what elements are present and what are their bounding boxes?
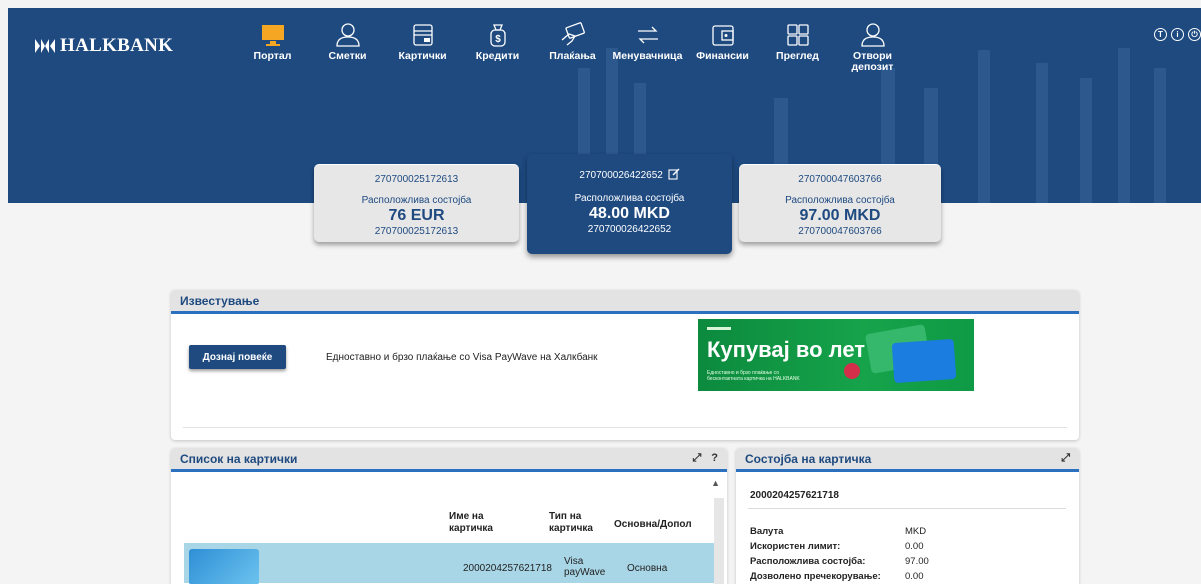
status-value: 0.00 xyxy=(905,541,924,552)
status-label: Расположлива состојба: xyxy=(750,556,866,567)
column-header-type[interactable]: Тип на картичка xyxy=(549,511,604,535)
card-status-header: Состојба на картичка ⤢ xyxy=(736,448,1079,472)
svg-text:$: $ xyxy=(495,34,501,45)
card-name: 2000204257621718 xyxy=(463,563,552,574)
help-icon[interactable]: ? xyxy=(711,452,718,465)
column-header-name[interactable]: Име на картичка xyxy=(449,511,514,535)
hand-card-icon xyxy=(561,22,585,46)
nav-item-loans[interactable]: $ Кредити xyxy=(460,22,535,73)
nav-item-portal[interactable]: Портал xyxy=(235,22,310,73)
status-value: 97.00 xyxy=(905,556,929,567)
main-nav: Портал Сметки Картички $ Кредити Плаќања… xyxy=(235,22,910,73)
account-card[interactable]: 270700025172613 Расположлива состојба 76… xyxy=(314,164,519,242)
notice-panel: Известување Дознај повеќе Едноставно и б… xyxy=(171,290,1079,440)
scroll-up-icon[interactable]: ▲ xyxy=(711,478,720,488)
account-balance: 76 EUR xyxy=(388,207,445,224)
expand-icon[interactable]: ⤢ xyxy=(692,452,701,465)
account-card[interactable]: 270700047603766 Расположлива состојба 97… xyxy=(739,164,941,242)
expand-icon[interactable]: ⤢ xyxy=(1061,452,1070,465)
nav-label: Кредити xyxy=(475,50,520,62)
nav-label: Менувачница xyxy=(612,50,683,62)
account-number-row: 270700026422652 xyxy=(527,168,732,181)
nav-item-payments[interactable]: Плаќања xyxy=(535,22,610,73)
card-status-panel: Состојба на картичка ⤢ 2000204257621718 … xyxy=(736,448,1079,584)
table-row[interactable]: 2000204257621718 Visa payWave Основна xyxy=(184,543,714,584)
banner-card-image xyxy=(891,338,957,384)
promo-banner[interactable]: Купувај во лет Едноставно и брзо плаќање… xyxy=(698,319,974,391)
banner-subtitle: бесконтактната картичка на HALKBANK xyxy=(707,376,800,382)
nav-label: Плаќања xyxy=(549,50,596,62)
column-header-main[interactable]: Основна/Допол xyxy=(614,519,714,531)
nav-label: Картички xyxy=(398,50,447,62)
nav-item-open-deposit[interactable]: Отвори депозит xyxy=(835,22,910,73)
nav-label: Финансии xyxy=(696,50,749,62)
available-label: Расположлива состојба xyxy=(361,195,472,206)
panel-title: Список на картички xyxy=(180,451,298,466)
status-label: Дозволено пречекорување: xyxy=(750,571,881,582)
scrollbar[interactable] xyxy=(714,498,724,584)
halkbank-logo-icon xyxy=(35,39,55,53)
account-number: 270700026422652 xyxy=(579,170,663,181)
card-type: Visa payWave xyxy=(564,556,606,578)
banner-decoration xyxy=(844,363,860,379)
panel-title: Состојба на картичка xyxy=(745,451,872,466)
banner-title: Купувај во лет xyxy=(707,337,866,362)
notice-text: Едноставно и брзо плаќање со Visa PayWav… xyxy=(326,352,598,363)
account-number: 270700047603766 xyxy=(798,174,882,185)
account-card-selected[interactable]: 270700026422652 Расположлива состојба 48… xyxy=(527,154,732,254)
card-list-header: Список на картички ⤢ ? xyxy=(171,448,727,472)
nav-label: Преглед xyxy=(776,50,819,62)
account-balance: 97.00 MKD xyxy=(799,207,881,224)
card-list-panel: Список на картички ⤢ ? Име на картичка Т… xyxy=(171,448,727,584)
available-label: Расположлива состојба xyxy=(785,195,895,206)
account-balance: 48.00 MKD xyxy=(589,205,670,222)
account-subnumber: 270700025172613 xyxy=(374,226,459,237)
user-icon xyxy=(335,23,360,47)
nav-label: Отвори депозит xyxy=(851,50,894,73)
logout-icon[interactable]: ⏻ xyxy=(1188,28,1201,41)
learn-more-button[interactable]: Дознај повеќе xyxy=(189,345,286,369)
user-add-icon xyxy=(860,23,885,47)
top-right-icons: T i ⏻ xyxy=(1154,28,1201,41)
account-number: 270700025172613 xyxy=(374,174,459,185)
nav-label: Портал xyxy=(253,50,292,62)
info-icon[interactable]: i xyxy=(1171,28,1184,41)
grid-icon xyxy=(786,24,809,46)
status-value: 0.00 xyxy=(905,571,924,582)
wallet-card-icon xyxy=(412,24,433,46)
account-subnumber: 270700026422652 xyxy=(587,224,672,235)
status-label: Валута xyxy=(750,526,784,537)
exchange-arrows-icon xyxy=(637,26,658,44)
edit-icon[interactable] xyxy=(668,168,680,180)
nav-item-cards[interactable]: Картички xyxy=(385,22,460,73)
logo-text: HALKBANK xyxy=(60,35,174,56)
nav-item-accounts[interactable]: Сметки xyxy=(310,22,385,73)
status-label: Искористен лимит: xyxy=(750,541,841,552)
nav-item-finance[interactable]: Финансии xyxy=(685,22,760,73)
nav-label: Сметки xyxy=(328,50,367,62)
wallet-icon xyxy=(711,25,734,46)
monitor-icon xyxy=(261,25,284,46)
card-thumbnail xyxy=(189,549,259,584)
account-subnumber: 270700047603766 xyxy=(798,226,882,237)
status-value: MKD xyxy=(905,526,927,537)
money-bag-icon: $ xyxy=(489,24,506,47)
available-label: Расположлива состојба xyxy=(574,193,685,204)
notice-header: Известување xyxy=(171,290,1079,314)
halkbank-logo[interactable]: HALKBANK xyxy=(34,35,173,57)
status-card-number: 2000204257621718 xyxy=(750,490,839,501)
nav-item-exchange[interactable]: Менувачница xyxy=(610,22,685,73)
theme-icon[interactable]: T xyxy=(1154,28,1167,41)
nav-item-overview[interactable]: Преглед xyxy=(760,22,835,73)
card-main: Основна xyxy=(627,563,668,574)
panel-title: Известување xyxy=(180,293,260,308)
